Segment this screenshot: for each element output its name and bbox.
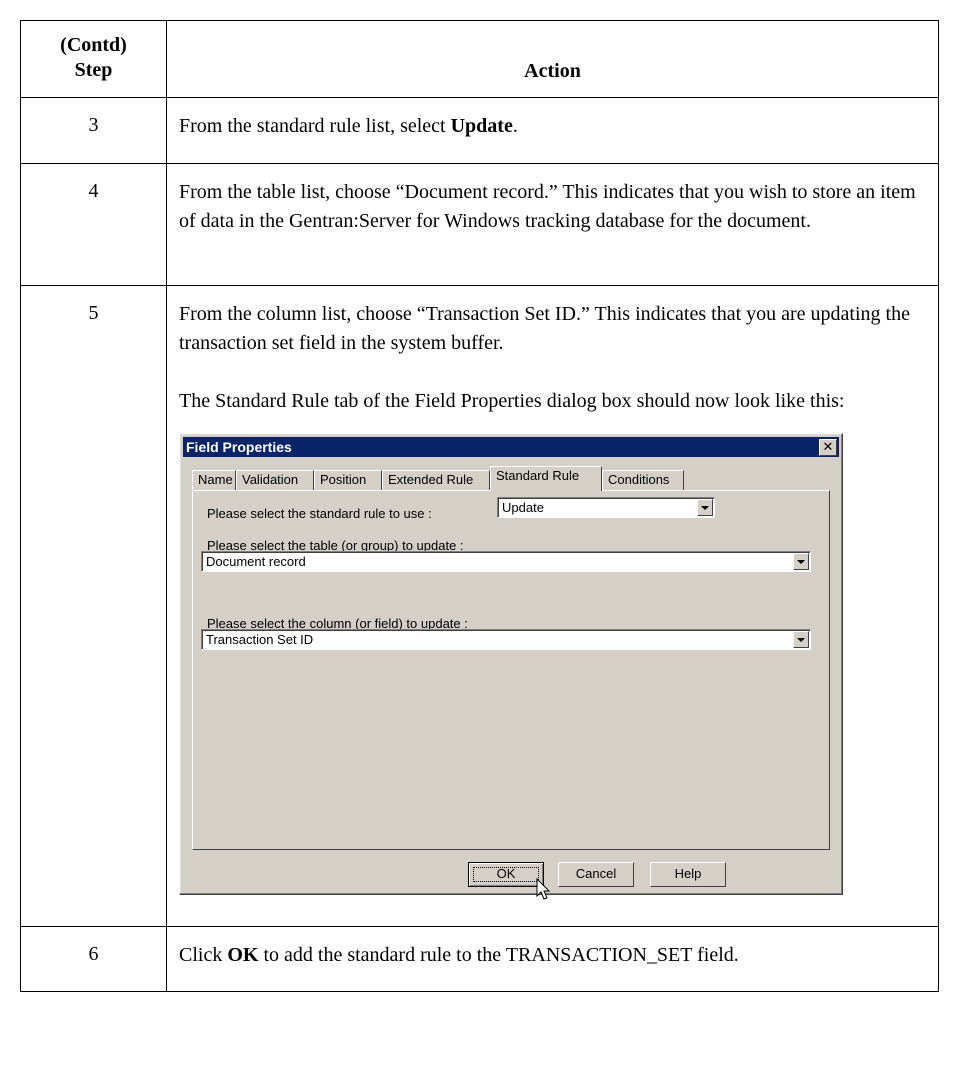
action-text: to add the standard rule to the TRANSACT… (258, 944, 739, 966)
step-action: Click OK to add the standard rule to the… (166, 926, 939, 992)
tab-conditions[interactable]: Conditions (602, 470, 684, 490)
steps-table: (Contd) Step Action 3 From the standard … (20, 20, 939, 992)
table-value: Document record (206, 554, 306, 569)
ok-label: OK (496, 866, 516, 881)
standard-rule-value: Update (502, 500, 544, 515)
action-text: From the table list, choose “Document re… (179, 181, 916, 232)
step-number: 5 (20, 285, 167, 927)
tab-standard-rule[interactable]: Standard Rule (490, 466, 602, 491)
table-row: 5 From the column list, choose “Transact… (20, 285, 939, 927)
action-text: From the standard rule list, select (179, 115, 451, 137)
step-number: 4 (20, 163, 167, 286)
table-select[interactable]: Document record (201, 551, 811, 572)
field-properties-dialog: Field Properties ✕ Name Validation Posit… (179, 433, 843, 900)
action-emphasis: Update (450, 115, 513, 137)
help-label: Help (674, 866, 702, 881)
ok-button[interactable]: OK (468, 862, 544, 887)
dialog-titlebar: Field Properties ✕ (183, 437, 839, 457)
column-select[interactable]: Transaction Set ID (201, 629, 811, 650)
cancel-button[interactable]: Cancel (558, 862, 634, 887)
header-row: (Contd) Step Action (20, 20, 939, 98)
table-row: 3 From the standard rule list, select Up… (20, 97, 939, 164)
tab-extended-rule[interactable]: Extended Rule (382, 470, 490, 490)
header-action: Action (166, 20, 939, 98)
table-row: 6 Click OK to add the standard rule to t… (20, 926, 939, 992)
table-row: 4 From the table list, choose “Document … (20, 163, 939, 286)
help-button[interactable]: Help (650, 862, 726, 887)
chevron-down-icon[interactable] (793, 553, 809, 570)
action-emphasis: OK (227, 944, 259, 966)
step-number: 3 (20, 97, 167, 164)
mouse-cursor-icon (536, 878, 551, 900)
step-number: 6 (20, 926, 167, 992)
step-action: From the standard rule list, select Upda… (166, 97, 939, 164)
tab-position[interactable]: Position (314, 470, 382, 490)
chevron-down-icon[interactable] (793, 631, 809, 648)
standard-rule-panel: Please select the standard rule to use :… (192, 490, 830, 850)
column-value: Transaction Set ID (206, 632, 314, 647)
header-step-line2: Step (74, 59, 113, 81)
dialog-title: Field Properties (186, 439, 292, 455)
cancel-label: Cancel (575, 866, 617, 881)
header-step: (Contd) Step (20, 20, 167, 98)
action-text: Click (179, 944, 228, 966)
action-text: . (512, 115, 518, 137)
header-step-line1: (Contd) (60, 34, 127, 56)
standard-rule-select[interactable]: Update (497, 497, 715, 518)
close-button[interactable]: ✕ (819, 439, 837, 456)
action-text: From the column list, choose “Transactio… (179, 303, 910, 354)
tab-name[interactable]: Name (192, 470, 236, 490)
action-text: The Standard Rule tab of the Field Prope… (179, 390, 845, 412)
step-action: From the table list, choose “Document re… (166, 163, 939, 286)
close-icon: ✕ (822, 439, 834, 454)
chevron-down-icon[interactable] (697, 499, 713, 516)
step-action: From the column list, choose “Transactio… (166, 285, 939, 927)
tab-validation[interactable]: Validation (236, 470, 314, 490)
rule-label: Please select the standard rule to use : (207, 506, 432, 521)
